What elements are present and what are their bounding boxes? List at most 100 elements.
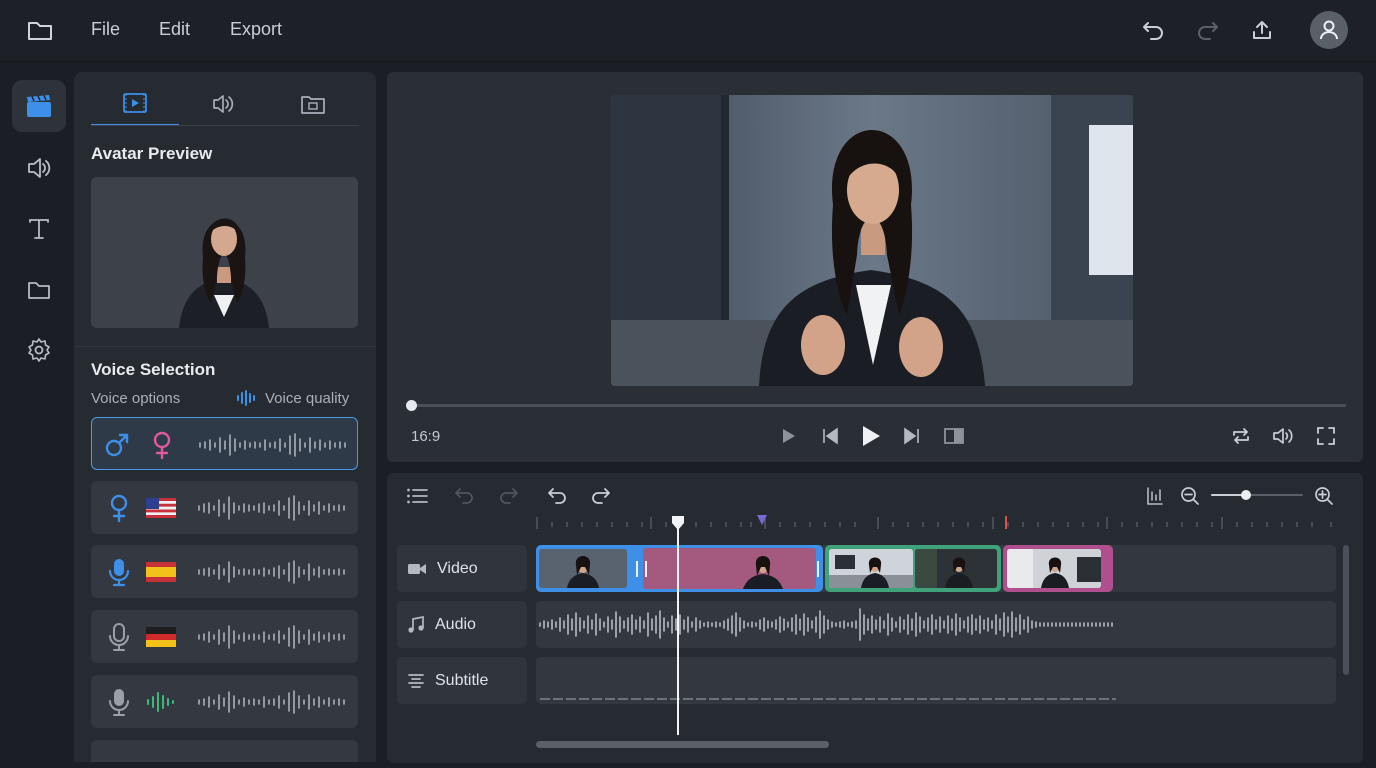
gear-icon (28, 338, 50, 362)
redo-icon[interactable] (1194, 16, 1222, 44)
voice-waveform (199, 433, 346, 457)
playhead[interactable] (677, 523, 679, 735)
clip-thumbnail (829, 549, 913, 588)
section-divider (74, 346, 376, 347)
trim-handle[interactable] (814, 559, 822, 579)
voice-selection-title: Voice Selection (91, 360, 216, 379)
avatar-preview-image[interactable] (91, 177, 358, 328)
side-panel: Avatar Preview Voice Selection Voice opt… (74, 72, 376, 762)
playback-scrubber[interactable] (411, 404, 1346, 407)
track-label-audio[interactable]: Audio (397, 601, 527, 648)
skip-back-icon[interactable] (816, 422, 844, 450)
rail-files[interactable] (12, 264, 66, 316)
voice-option-1[interactable] (91, 417, 358, 470)
rail-settings[interactable] (12, 324, 66, 376)
spain-flag-icon (146, 557, 176, 587)
avatar-preview-title: Avatar Preview (91, 144, 213, 163)
rail-video[interactable] (12, 80, 66, 132)
menu-edit[interactable]: Edit (159, 19, 190, 40)
menu-export[interactable]: Export (230, 19, 282, 40)
undo-icon[interactable] (1139, 16, 1167, 44)
voice-quality-label: Voice quality (265, 390, 350, 407)
clip-segment (643, 548, 816, 589)
male-symbol-icon (102, 430, 132, 460)
voice-option-4[interactable] (91, 610, 358, 663)
voice-option-2[interactable] (91, 481, 358, 534)
microphone-icon (104, 622, 134, 652)
video-track-lane[interactable] (536, 545, 1336, 592)
speaker-icon (28, 158, 51, 178)
snap-icon[interactable] (1142, 483, 1168, 509)
video-clip-selected[interactable] (536, 545, 823, 592)
list-icon[interactable] (404, 483, 430, 509)
track-name: Audio (435, 615, 476, 633)
clip-thumbnail (915, 549, 997, 588)
germany-flag-icon (146, 622, 176, 652)
voice-waveform (198, 495, 345, 521)
trim-handle[interactable] (632, 559, 652, 579)
microphone-icon (104, 557, 134, 587)
zoom-out-icon[interactable] (1177, 483, 1203, 509)
media-folder-icon (301, 96, 325, 114)
voice-waveform (198, 690, 345, 714)
horizontal-scrollbar[interactable] (536, 741, 829, 748)
text-align-icon (408, 673, 424, 688)
track-name: Subtitle (435, 671, 489, 689)
rail-audio[interactable] (12, 142, 66, 194)
zoom-in-icon[interactable] (1311, 483, 1337, 509)
tab-video[interactable] (91, 82, 179, 126)
video-clip[interactable] (825, 545, 1001, 592)
track-name: Video (437, 559, 478, 577)
tab-audio[interactable] (180, 82, 268, 126)
redo-disabled-icon[interactable] (496, 483, 522, 509)
clip-thumbnail (1007, 549, 1101, 588)
vertical-scrollbar[interactable] (1343, 545, 1349, 675)
folder-icon (28, 282, 50, 299)
aspect-ratio[interactable]: 16:9 (411, 428, 440, 445)
playhead-handle[interactable] (671, 515, 685, 531)
menu-file[interactable]: File (91, 19, 120, 40)
user-icon (1320, 20, 1338, 40)
voice-waveform (198, 625, 345, 649)
clip-thumbnail (739, 548, 809, 589)
video-stage: 16:9 (387, 72, 1363, 462)
loop-icon[interactable] (1227, 422, 1255, 450)
female-symbol-icon (147, 430, 177, 460)
volume-icon[interactable] (1269, 422, 1297, 450)
top-bar: File Edit Export (0, 0, 1376, 62)
voice-option-6[interactable] (91, 740, 358, 762)
track-label-video[interactable]: Video (397, 545, 527, 592)
rail-text[interactable] (12, 203, 66, 255)
tab-media[interactable] (269, 82, 357, 126)
zoom-slider[interactable] (1209, 489, 1305, 501)
video-clip[interactable] (1003, 545, 1113, 592)
fullscreen-icon[interactable] (1312, 422, 1340, 450)
voice-waveform (198, 560, 345, 584)
timeline-panel: Video Audio Subtitle (387, 473, 1363, 763)
play-outline-icon[interactable] (774, 422, 802, 450)
time-ruler[interactable] (536, 513, 1336, 531)
speaker-icon (213, 95, 234, 113)
audio-track-lane[interactable] (536, 601, 1336, 648)
undo-icon[interactable] (544, 483, 570, 509)
text-icon (29, 219, 49, 239)
track-label-subtitle[interactable]: Subtitle (397, 657, 527, 704)
user-avatar[interactable] (1310, 11, 1348, 49)
split-view-icon[interactable] (940, 422, 968, 450)
skip-forward-icon[interactable] (898, 422, 926, 450)
redo-icon[interactable] (588, 483, 614, 509)
play-icon[interactable] (857, 422, 885, 450)
music-note-icon (408, 615, 424, 633)
left-rail (0, 62, 74, 768)
voice-option-3[interactable] (91, 545, 358, 598)
video-preview[interactable] (611, 95, 1133, 386)
tab-divider (91, 125, 359, 126)
video-camera-icon (408, 563, 426, 574)
undo-disabled-icon[interactable] (451, 483, 477, 509)
voice-option-5[interactable] (91, 675, 358, 728)
video-frame-icon (123, 93, 147, 113)
folder-icon[interactable] (26, 16, 54, 44)
upload-icon[interactable] (1248, 16, 1276, 44)
subtitle-track-lane[interactable] (536, 657, 1336, 704)
scrubber-handle[interactable] (406, 400, 417, 411)
